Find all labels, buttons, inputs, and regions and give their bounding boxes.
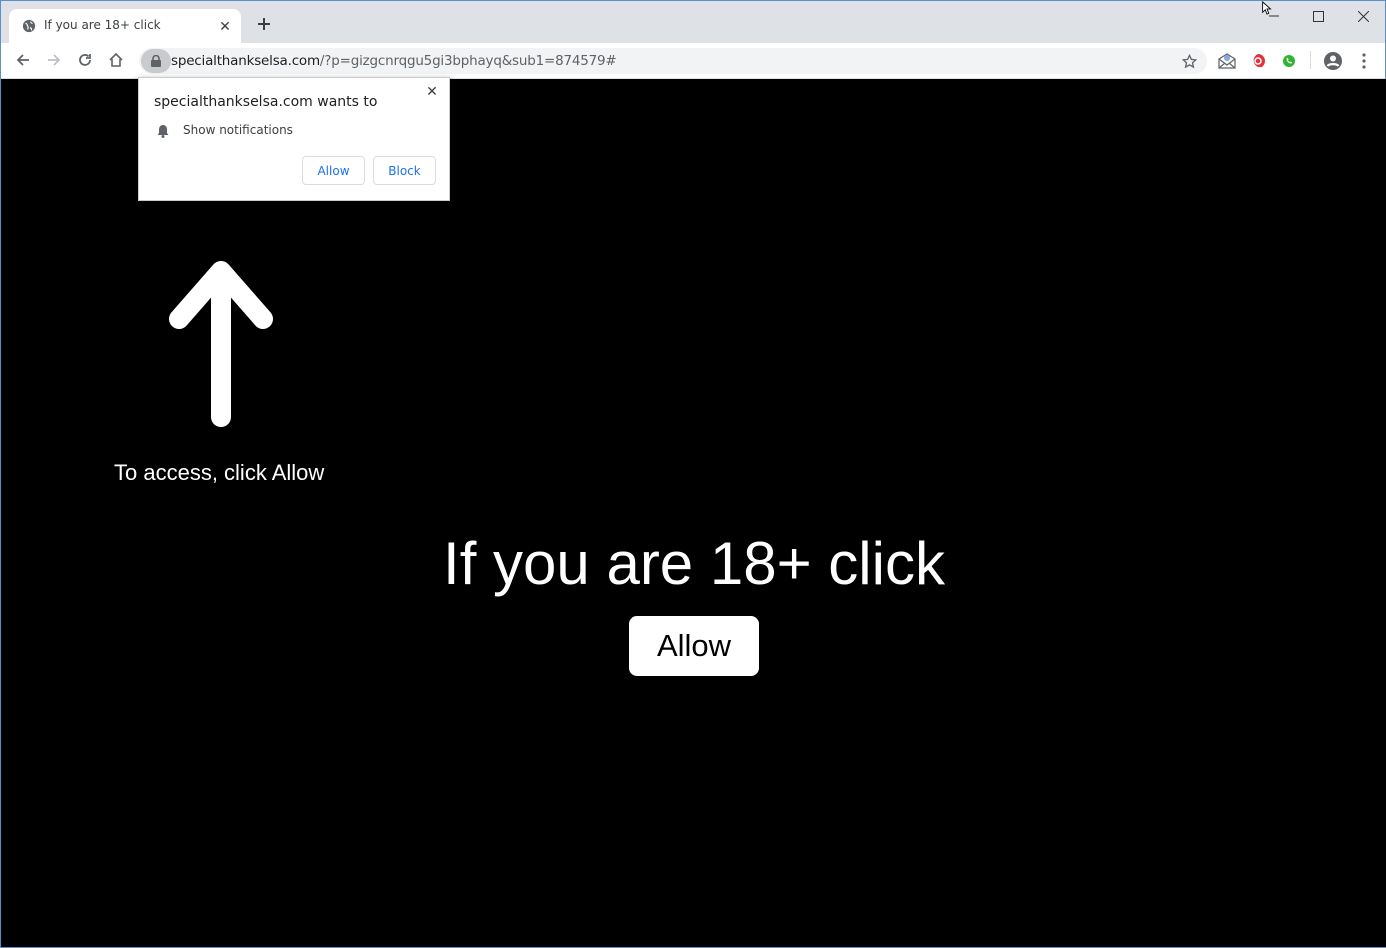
mouse-cursor-icon	[1262, 1, 1272, 15]
bell-icon	[157, 125, 169, 138]
mail-extension-button[interactable]	[1216, 50, 1238, 72]
back-icon	[16, 54, 29, 66]
url-host: specialthankselsa.com	[171, 53, 320, 69]
reload-button[interactable]	[73, 48, 97, 72]
page-allow-button[interactable]: Allow	[629, 616, 759, 676]
tab-strip: If you are 18+ click ✕	[1, 1, 1385, 43]
bookmark-button[interactable]	[1179, 51, 1199, 71]
home-icon	[109, 52, 123, 67]
popup-close-icon[interactable]: ✕	[423, 82, 441, 100]
up-arrow-icon	[169, 261, 273, 427]
globe-icon	[22, 19, 36, 33]
window-close-button[interactable]	[1341, 1, 1386, 31]
browser-window: If you are 18+ click ✕ specialthankselsa…	[0, 0, 1386, 948]
address-bar[interactable]: specialthankselsa.com/?p=gizgcnrqgu5gi3b…	[139, 48, 1207, 74]
new-tab-button[interactable]	[254, 14, 274, 34]
minimize-button[interactable]	[1251, 1, 1296, 31]
red-extension-icon	[1253, 54, 1265, 67]
tab-close-icon[interactable]: ✕	[216, 17, 234, 35]
toolbar-separator	[1310, 51, 1311, 69]
url-path: /?p=gizgcnrqgu5gi3bphayq&sub1=874579#	[319, 53, 617, 69]
tab-active[interactable]: If you are 18+ click ✕	[9, 9, 241, 43]
star-icon	[1181, 53, 1197, 68]
menu-button[interactable]	[1353, 50, 1375, 72]
green-phone-extension-icon	[1283, 55, 1295, 67]
mail-extension-icon	[1218, 53, 1236, 69]
notification-permission-popup: specialthankselsa.com wants to ✕ Show no…	[138, 77, 450, 201]
popup-title: specialthankselsa.com wants to	[154, 94, 378, 110]
profile-button[interactable]	[1322, 50, 1344, 72]
lock-icon	[151, 55, 161, 67]
close-icon	[1358, 10, 1369, 22]
forward-button[interactable]	[42, 48, 66, 72]
home-button[interactable]	[104, 48, 128, 72]
url-text[interactable]: specialthankselsa.com/?p=gizgcnrqgu5gi3b…	[171, 53, 617, 69]
popup-allow-button[interactable]: Allow	[302, 156, 365, 185]
headline: If you are 18+ click	[443, 530, 945, 597]
reload-icon	[79, 54, 91, 66]
plus-icon	[258, 18, 270, 30]
kebab-menu-icon	[1362, 53, 1366, 69]
tab-title: If you are 18+ click	[44, 18, 161, 32]
red-extension-button[interactable]	[1247, 50, 1269, 72]
browser-toolbar: specialthankselsa.com/?p=gizgcnrqgu5gi3b…	[1, 43, 1385, 79]
maximize-icon	[1313, 10, 1324, 22]
popup-block-button[interactable]: Block	[373, 156, 436, 185]
maximize-button[interactable]	[1296, 1, 1341, 31]
account-icon	[1324, 52, 1342, 70]
access-hint-text: To access, click Allow	[114, 460, 325, 485]
green-extension-button[interactable]	[1278, 50, 1300, 72]
page-content	[2, 79, 1386, 947]
forward-icon	[48, 54, 61, 66]
back-button[interactable]	[11, 48, 35, 72]
site-info-button[interactable]	[141, 49, 171, 73]
permission-text: Show notifications	[183, 123, 293, 137]
